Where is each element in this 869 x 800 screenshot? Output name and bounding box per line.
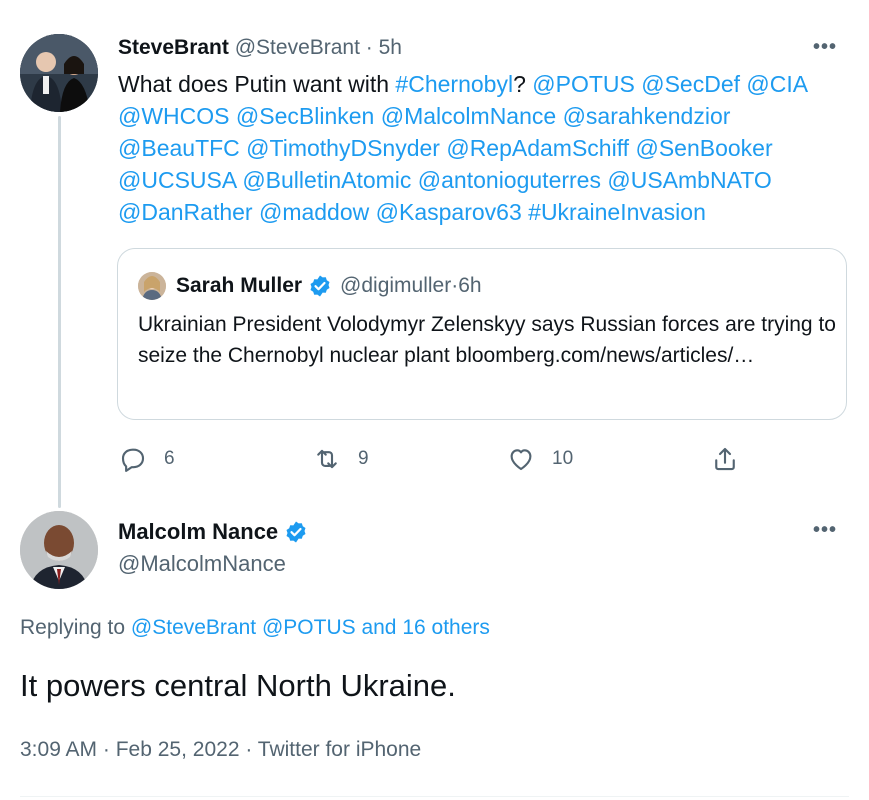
- retweet-count: 9: [358, 448, 369, 469]
- verified-badge-icon: [286, 521, 306, 543]
- mention-link[interactable]: @WHCOS: [118, 103, 230, 129]
- mention-link[interactable]: @SecDef: [641, 71, 740, 97]
- quoted-display-name: Sarah Muller: [176, 274, 303, 297]
- mention-link[interactable]: @UCSUSA: [118, 167, 236, 193]
- mention-link[interactable]: @Kasparov63: [376, 199, 522, 225]
- mention-link[interactable]: @BulletinAtomic: [242, 167, 411, 193]
- like-button[interactable]: 10: [506, 440, 573, 478]
- reply-timestamp-line: 3:09 AM · Feb 25, 2022 · Twitter for iPh…: [20, 738, 421, 762]
- reply-count: 6: [164, 448, 175, 469]
- tweet-text-fragment: What does Putin want with: [118, 71, 396, 97]
- mention-link[interactable]: @SecBlinken: [236, 103, 374, 129]
- share-icon: [715, 447, 735, 471]
- mention-link[interactable]: @TimothyDSnyder: [246, 135, 440, 161]
- hashtag-link[interactable]: #UkraineInvasion: [528, 199, 706, 225]
- share-button[interactable]: [710, 440, 740, 478]
- mention-link[interactable]: @RepAdamSchiff: [446, 135, 629, 161]
- mention-link[interactable]: @SenBooker: [635, 135, 772, 161]
- reply-icon: [121, 448, 145, 472]
- reply-handle[interactable]: @MalcolmNance: [118, 551, 286, 577]
- mention-link[interactable]: @MalcolmNance: [381, 103, 556, 129]
- reply-author-name-row: Malcolm Nance: [118, 519, 316, 545]
- parent-more-icon[interactable]: •••: [813, 36, 837, 59]
- parent-tweet-header: SteveBrant @SteveBrant · 5h: [118, 36, 402, 60]
- avatar-stevebrant[interactable]: [20, 34, 98, 112]
- parent-handle[interactable]: @SteveBrant: [235, 36, 360, 59]
- reply-client[interactable]: Twitter for iPhone: [258, 738, 421, 761]
- replying-to-line: Replying to @SteveBrant @POTUS and 16 ot…: [20, 616, 490, 640]
- avatar-photo-icon: [138, 272, 166, 300]
- mention-link[interactable]: @maddow: [259, 199, 369, 225]
- like-count: 10: [552, 448, 574, 469]
- quoted-handle: @digimuller: [340, 274, 452, 297]
- hashtag-link[interactable]: #Chernobyl: [395, 71, 513, 97]
- avatar-photo-icon: [20, 511, 98, 589]
- replying-to-links[interactable]: @SteveBrant @POTUS and 16 others: [131, 616, 490, 639]
- parent-separator: ·: [359, 36, 379, 59]
- quoted-tweet-text: Ukrainian President Volodymyr Zelenskyy …: [138, 313, 836, 367]
- heart-icon: [510, 449, 532, 471]
- mention-link[interactable]: @USAmbNATO: [607, 167, 771, 193]
- tweet-text-fragment: ?: [513, 71, 533, 97]
- reply-date[interactable]: Feb 25, 2022: [116, 738, 240, 761]
- parent-tweet-text: What does Putin want with #Chernobyl? @P…: [118, 68, 843, 228]
- parent-display-name[interactable]: SteveBrant: [118, 36, 229, 59]
- mention-link[interactable]: @BeauTFC: [118, 135, 240, 161]
- quoted-tweet-card[interactable]: Sarah Muller @digimuller · 6h Ukrainian …: [117, 248, 847, 420]
- quoted-time: 6h: [458, 274, 482, 297]
- quoted-tweet-header: Sarah Muller @digimuller · 6h: [138, 271, 482, 301]
- divider: [20, 796, 849, 797]
- avatar-photo-icon: [20, 34, 98, 112]
- reply-separator-2: ·: [239, 738, 258, 761]
- avatar-digimuller: [138, 272, 166, 300]
- mention-link[interactable]: @POTUS: [532, 71, 635, 97]
- parent-time[interactable]: 5h: [379, 36, 402, 59]
- reply-tweet-text: It powers central North Ukraine.: [20, 668, 456, 703]
- retweet-button[interactable]: 9: [312, 440, 369, 478]
- mention-link[interactable]: @sarahkendzior: [563, 103, 731, 129]
- reply-time[interactable]: 3:09 AM: [20, 738, 97, 761]
- avatar-malcolmnance[interactable]: [20, 511, 98, 589]
- thread-connector-line: [58, 116, 61, 508]
- quoted-separator: ·: [451, 274, 459, 297]
- reply-separator-1: ·: [97, 738, 116, 761]
- mention-link[interactable]: @DanRather: [118, 199, 253, 225]
- mention-link[interactable]: @antonioguterres: [418, 167, 601, 193]
- replying-to-prefix: Replying to: [20, 616, 131, 639]
- reply-display-name[interactable]: Malcolm Nance: [118, 519, 278, 545]
- reply-more-icon[interactable]: •••: [813, 519, 837, 542]
- mention-link[interactable]: @CIA: [746, 71, 806, 97]
- retweet-icon: [317, 449, 337, 469]
- tweet-actions-bar: 6 9 10: [118, 440, 758, 478]
- verified-badge-icon: [310, 275, 330, 297]
- reply-button[interactable]: 6: [118, 440, 175, 478]
